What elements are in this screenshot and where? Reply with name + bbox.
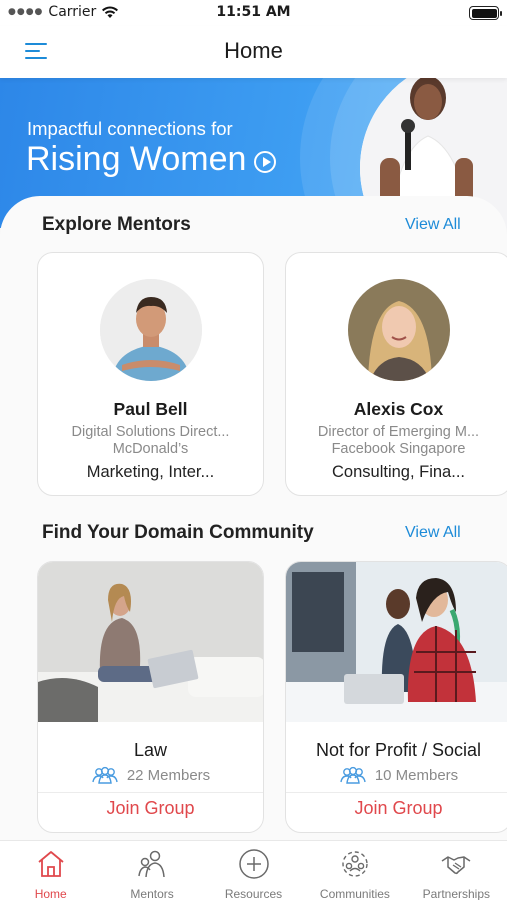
member-count-text: 22 Members [126,766,211,784]
communities-view-all-link[interactable]: View All [405,524,461,542]
home-icon [38,851,64,877]
mentor-role: Director of Emerging M... [317,424,480,440]
banner-headline-text: Rising Women [26,140,247,178]
app-screen: ●●●● Carrier 11:51 AM Home Impactful con… [0,0,507,900]
community-card[interactable]: Law 22 Members Join Group [37,561,264,833]
community-name: Not for Profit / Social [315,740,482,760]
bottom-tab-bar: Home Mentors Resources Communities Partn… [0,840,507,900]
battery-icon [469,6,502,20]
divider [286,792,507,793]
tab-mentors[interactable]: Mentors [101,841,202,900]
content-sheet: Explore Mentors View All Paul Bell Digit… [0,196,507,846]
tab-label: Partnerships [422,887,491,900]
divider [38,792,263,793]
join-group-button[interactable]: Join Group [38,798,263,819]
tab-label: Communities [319,887,390,900]
status-bar: ●●●● Carrier 11:51 AM [0,0,507,26]
mentors-view-all-link[interactable]: View All [405,216,461,234]
tab-label: Home [34,887,67,900]
mentor-skills: Consulting, Fina... [332,463,465,481]
member-count: 22 Members [38,766,263,784]
mentor-card[interactable]: Paul Bell Digital Solutions Direct... Mc… [37,252,264,496]
community-image [286,562,507,722]
avatar [99,279,202,381]
tab-label: Mentors [130,887,174,900]
tab-home[interactable]: Home [0,841,101,900]
join-group-button[interactable]: Join Group [286,798,507,819]
tab-partnerships[interactable]: Partnerships [406,841,507,900]
mentors-icon [138,850,165,878]
member-count-text: 10 Members [374,766,459,784]
members-icon [340,766,366,784]
mentor-organization: Facebook Singapore [331,441,466,457]
mentor-card[interactable]: Alexis Cox Director of Emerging M... Fac… [285,252,507,496]
mentor-role: Digital Solutions Direct... [71,424,230,440]
mentors-section-title: Explore Mentors [42,214,191,235]
top-nav-bar: Home [0,26,507,78]
tab-communities[interactable]: Communities [304,841,405,900]
tab-label: Resources [224,887,283,900]
tab-resources[interactable]: Resources [203,841,304,900]
communities-icon [342,851,368,877]
community-card[interactable]: Not for Profit / Social 10 Members Join … [285,561,507,833]
plus-circle-icon [238,849,269,879]
page-title: Home [224,38,283,63]
communities-section-title: Find Your Domain Community [42,522,314,543]
members-icon [92,766,118,784]
mentor-skills: Marketing, Inter... [86,463,215,481]
status-time: 11:51 AM [216,4,291,20]
community-image [38,562,263,722]
play-icon[interactable] [254,150,277,173]
handshake-icon [441,856,471,875]
avatar [347,279,450,381]
mentor-name: Alexis Cox [353,399,444,419]
mentor-name: Paul Bell [113,399,188,419]
banner-headline: Rising Women [26,140,277,179]
member-count: 10 Members [286,766,507,784]
banner-tagline: Impactful connections for [27,118,233,139]
mentor-organization: McDonald’s [112,441,189,457]
community-name: Law [133,740,168,760]
